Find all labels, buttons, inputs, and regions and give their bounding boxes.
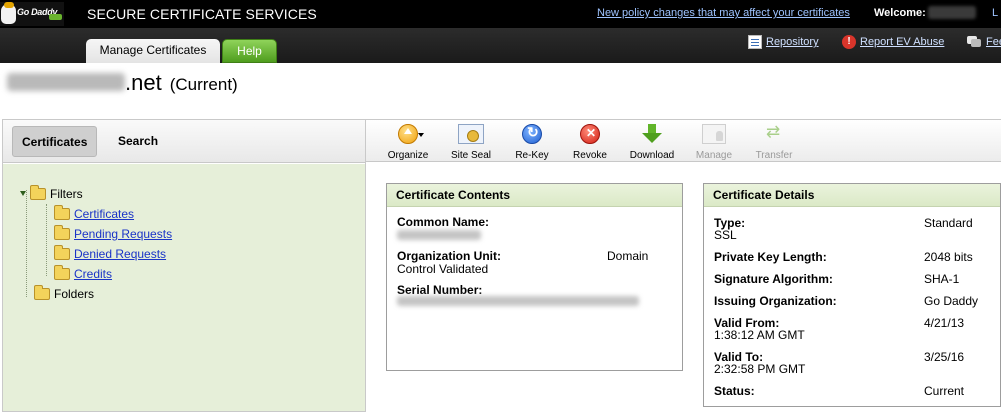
signature-algorithm-value: SHA-1: [924, 272, 960, 286]
tree-link-denied-requests[interactable]: Denied Requests: [74, 247, 166, 261]
folder-icon: [34, 285, 50, 300]
site-seal-label: Site Seal: [450, 150, 492, 161]
signature-algorithm-label: Signature Algorithm:: [714, 272, 833, 286]
serial-number-label: Serial Number:: [397, 283, 483, 297]
folder-icon: [54, 225, 70, 240]
welcome-label: Welcome:: [874, 7, 926, 19]
redacted-serial-number: [397, 296, 639, 306]
tree-link-credits[interactable]: Credits: [74, 267, 112, 281]
rekey-label: Re-Key: [515, 150, 549, 161]
tree-node-folders[interactable]: Folders: [34, 285, 95, 305]
rekey-button[interactable]: Re-Key: [511, 124, 553, 161]
logo-badge-icon: [49, 14, 62, 20]
tab-certificates[interactable]: Certificates: [12, 126, 98, 157]
policy-changes-link[interactable]: New policy changes that may affect your …: [597, 7, 850, 19]
key-length-value: 2048 bits: [924, 250, 973, 264]
tab-bar: Manage Certificates Help Repository ! Re…: [0, 28, 1001, 63]
left-panel-tabs: Certificates Search: [3, 120, 365, 163]
folder-icon: [54, 265, 70, 280]
tree-node-pending-requests[interactable]: Pending Requests: [54, 225, 172, 245]
redacted-username: [928, 6, 976, 19]
tab-help[interactable]: Help: [222, 39, 277, 63]
status-value: Current: [924, 384, 965, 398]
folder-icon: [30, 185, 46, 200]
tree-node-denied-requests[interactable]: Denied Requests: [54, 245, 166, 265]
certificate-details-panel: Certificate Details Type: Standard SSL P…: [703, 183, 1001, 407]
certificate-tree: Filters Certificates Pending Requests De…: [3, 164, 365, 411]
org-unit-value-continued: Control Validated: [397, 262, 489, 276]
organize-icon: [398, 124, 418, 144]
transfer-button[interactable]: Transfer: [751, 122, 797, 161]
feedback-link-clipped[interactable]: Fee: [986, 36, 1001, 48]
collapse-icon[interactable]: [20, 191, 26, 196]
tree-node-credits[interactable]: Credits: [54, 265, 112, 285]
tree-node-certificates[interactable]: Certificates: [54, 205, 134, 225]
status-label: Status:: [714, 384, 755, 398]
domain-status: (Current): [169, 75, 238, 94]
left-panel: Certificates Search Filters Certificates…: [2, 119, 366, 412]
action-toolbar: Organize Site Seal Re-Key Revoke Downloa…: [366, 119, 1001, 162]
tree-label: Filters: [50, 187, 83, 201]
app-title: SECURE CERTIFICATE SERVICES: [87, 6, 317, 22]
download-icon: [642, 124, 662, 144]
download-button[interactable]: Download: [626, 124, 678, 161]
org-unit-value: Domain: [607, 249, 649, 263]
godaddy-mascot-icon: [1, 2, 16, 24]
revoke-button[interactable]: Revoke: [569, 124, 611, 161]
type-value-continued: SSL: [714, 228, 737, 242]
logout-link-clipped[interactable]: L: [992, 7, 998, 19]
org-unit-label: Organization Unit:: [397, 249, 501, 263]
folder-icon: [54, 205, 70, 220]
rekey-icon: [522, 124, 542, 144]
issuing-organization-label: Issuing Organization:: [714, 294, 837, 308]
tree-link-pending-requests[interactable]: Pending Requests: [74, 227, 172, 241]
transfer-label: Transfer: [755, 150, 793, 161]
alert-icon: !: [842, 35, 856, 49]
tree-connector: [46, 204, 47, 276]
redacted-domain-name: [7, 73, 125, 91]
type-value: Standard: [924, 216, 973, 230]
tree-link-certificates[interactable]: Certificates: [74, 207, 134, 221]
transfer-icon: [764, 122, 784, 144]
certificate-contents-title: Certificate Contents: [387, 184, 682, 207]
valid-to-time: 2:32:58 PM GMT: [714, 362, 806, 376]
tab-search[interactable]: Search: [109, 126, 167, 157]
valid-from-date: 4/21/13: [924, 316, 965, 330]
tree-connector: [26, 190, 27, 297]
domain-tld: .net: [125, 70, 162, 95]
godaddy-logo[interactable]: Go Daddy: [0, 2, 64, 26]
organize-button[interactable]: Organize: [384, 124, 432, 161]
tree-node-filters[interactable]: Filters: [20, 185, 83, 205]
report-ev-abuse-link[interactable]: Report EV Abuse: [860, 36, 944, 48]
manage-icon: [702, 124, 726, 144]
redacted-common-name: [397, 230, 481, 240]
manage-button[interactable]: Manage: [691, 124, 737, 161]
valid-from-time: 1:38:12 AM GMT: [714, 328, 805, 342]
organize-label: Organize: [387, 150, 429, 161]
certificate-details-title: Certificate Details: [704, 184, 1000, 207]
download-label: Download: [629, 150, 675, 161]
revoke-label: Revoke: [573, 150, 607, 161]
site-seal-button[interactable]: Site Seal: [446, 124, 496, 161]
repository-link[interactable]: Repository: [766, 36, 819, 48]
chevron-down-icon: [418, 133, 424, 137]
feedback-icon: [967, 35, 981, 49]
issuing-organization-value: Go Daddy: [924, 294, 979, 308]
valid-to-date: 3/25/16: [924, 350, 965, 364]
key-length-label: Private Key Length:: [714, 250, 827, 264]
folder-icon: [54, 245, 70, 260]
common-name-label: Common Name:: [397, 215, 490, 229]
tree-label: Folders: [54, 287, 95, 301]
page-title: .net (Current): [7, 70, 238, 100]
site-seal-icon: [458, 124, 484, 144]
top-header: Go Daddy SECURE CERTIFICATE SERVICES New…: [0, 0, 1001, 28]
manage-label: Manage: [695, 150, 733, 161]
certificate-contents-panel: Certificate Contents Common Name: Organi…: [386, 183, 683, 371]
repository-icon: [748, 35, 762, 49]
revoke-icon: [580, 124, 600, 144]
tab-manage-certificates[interactable]: Manage Certificates: [86, 39, 220, 63]
